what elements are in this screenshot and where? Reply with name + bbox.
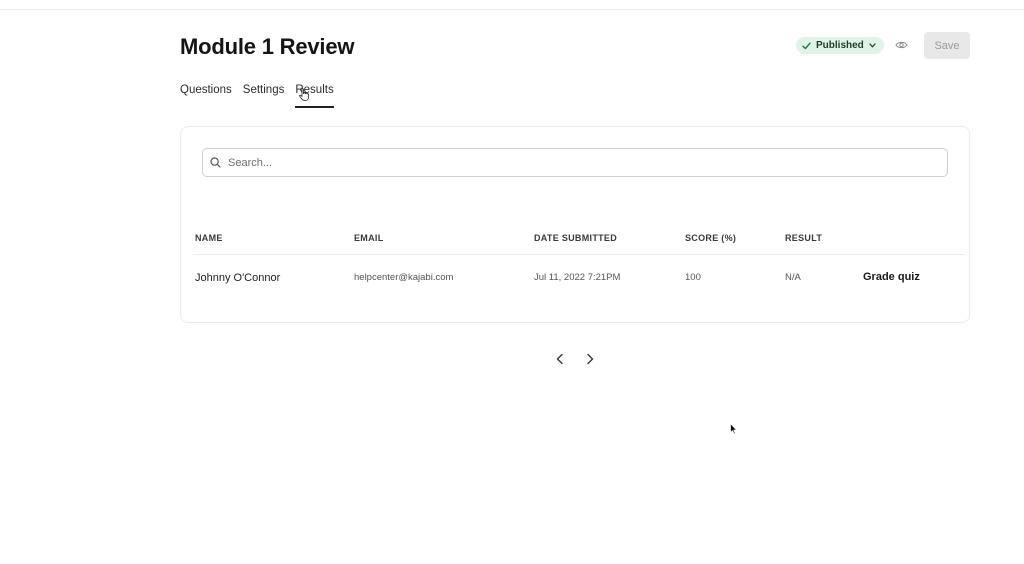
- status-label: Published: [816, 40, 864, 51]
- cell-score: 100: [685, 272, 701, 283]
- cell-name: Johnny O'Connor: [195, 272, 281, 284]
- results-card: NAME EMAIL DATE SUBMITTED SCORE (%) RESU…: [180, 126, 970, 323]
- page-title: Module 1 Review: [180, 34, 355, 59]
- status-dropdown[interactable]: Published: [796, 37, 884, 54]
- check-icon: [802, 42, 811, 49]
- tab-questions[interactable]: Questions: [180, 82, 232, 110]
- table-divider: [193, 254, 965, 255]
- cell-result: N/A: [785, 272, 801, 283]
- column-header-name: NAME: [195, 233, 223, 243]
- column-header-email: EMAIL: [354, 233, 384, 243]
- tab-bar: Questions Settings Results: [180, 82, 335, 110]
- hand-cursor-icon: [299, 88, 309, 101]
- search-box[interactable]: [202, 148, 948, 177]
- column-header-result: RESULT: [785, 233, 823, 243]
- save-button[interactable]: Save: [924, 32, 970, 59]
- search-input[interactable]: [226, 155, 930, 170]
- chevron-down-icon: [869, 43, 876, 48]
- eye-icon[interactable]: [895, 40, 908, 50]
- column-header-date-submitted: DATE SUBMITTED: [534, 233, 618, 243]
- column-header-score: SCORE (%): [685, 233, 737, 243]
- grade-quiz-link[interactable]: Grade quiz: [863, 271, 920, 283]
- mouse-cursor-icon: [730, 423, 737, 435]
- top-divider: [0, 9, 1024, 10]
- tab-settings[interactable]: Settings: [243, 82, 285, 110]
- chevron-right-icon[interactable]: [583, 352, 597, 366]
- cell-email: helpcenter@kajabi.com: [354, 272, 454, 283]
- chevron-left-icon[interactable]: [553, 352, 567, 366]
- cell-date-submitted: Jul 11, 2022 7:21PM: [534, 272, 621, 283]
- search-icon: [210, 157, 221, 168]
